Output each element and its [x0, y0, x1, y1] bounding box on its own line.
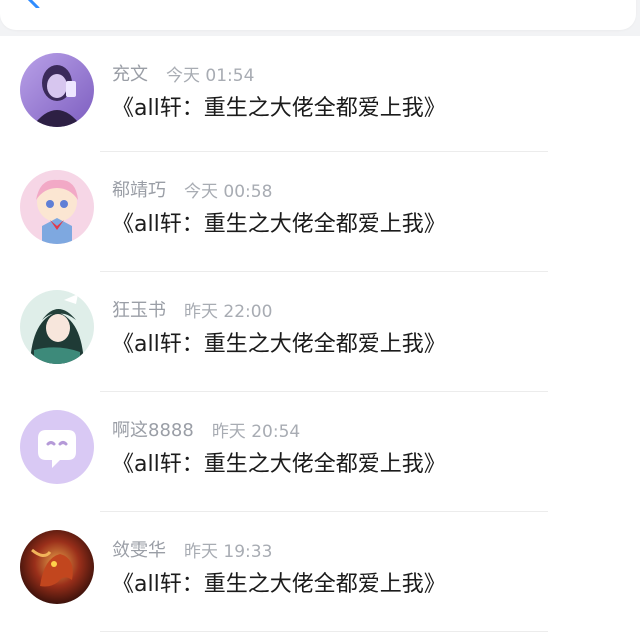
- comment-item[interactable]: 敛雯华 昨天 19:33 《all轩：重生之大佬全都爱上我》: [0, 512, 640, 632]
- comment-text: 《all轩：重生之大佬全都爱上我》: [112, 452, 446, 477]
- default-chat-avatar: [20, 410, 94, 484]
- username[interactable]: 狂玉书: [112, 296, 166, 322]
- comment-text: 《all轩：重生之大佬全都爱上我》: [112, 332, 446, 357]
- comment-meta: 充文 今天 01:54: [112, 60, 254, 86]
- timestamp: 今天 00:58: [184, 181, 273, 202]
- comment-item[interactable]: 郗靖巧 今天 00:58 《all轩：重生之大佬全都爱上我》: [0, 152, 640, 272]
- avatar[interactable]: [20, 530, 94, 604]
- timestamp: 昨天 22:00: [184, 301, 273, 322]
- comment-text: 《all轩：重生之大佬全都爱上我》: [112, 572, 446, 597]
- timestamp: 今天 01:54: [166, 65, 255, 86]
- comment-item[interactable]: 狂玉书 昨天 22:00 《all轩：重生之大佬全都爱上我》: [0, 272, 640, 392]
- comment-text: 《all轩：重生之大佬全都爱上我》: [112, 212, 446, 237]
- comment-meta: 狂玉书 昨天 22:00: [112, 296, 272, 322]
- timestamp: 昨天 20:54: [211, 421, 301, 442]
- username[interactable]: 郗靖巧: [112, 176, 166, 202]
- avatar[interactable]: [20, 290, 94, 364]
- username[interactable]: 啊这8888: [112, 416, 194, 442]
- header-card: [0, 0, 636, 30]
- comment-item[interactable]: 啊这8888 昨天 20:54 《all轩：重生之大佬全都爱上我》: [0, 392, 640, 512]
- comment-meta: 啊这8888 昨天 20:54: [112, 416, 300, 442]
- avatar[interactable]: [20, 410, 94, 484]
- top-bar: [0, 0, 640, 36]
- comment-meta: 郗靖巧 今天 00:58: [112, 176, 272, 202]
- ancient-style-avatar: [20, 290, 94, 364]
- comment-item[interactable]: 充文 今天 01:54 《all轩：重生之大佬全都爱上我》: [0, 36, 640, 152]
- username[interactable]: 敛雯华: [112, 536, 166, 562]
- purple-portrait-avatar: [20, 53, 94, 127]
- red-dragon-avatar: [20, 530, 94, 604]
- comment-list: 充文 今天 01:54 《all轩：重生之大佬全都爱上我》 郗靖巧 今天 00:…: [0, 36, 640, 632]
- comment-text: 《all轩：重生之大佬全都爱上我》: [112, 96, 446, 121]
- anime-sailor-avatar: [20, 170, 94, 244]
- avatar[interactable]: [20, 170, 94, 244]
- avatar[interactable]: [20, 53, 94, 127]
- username[interactable]: 充文: [112, 60, 148, 86]
- chevron-left-icon[interactable]: [22, 0, 44, 8]
- divider: [100, 631, 548, 632]
- comment-meta: 敛雯华 昨天 19:33: [112, 536, 272, 562]
- comment-screen: 充文 今天 01:54 《all轩：重生之大佬全都爱上我》 郗靖巧 今天 00:…: [0, 0, 640, 640]
- timestamp: 昨天 19:33: [184, 541, 273, 562]
